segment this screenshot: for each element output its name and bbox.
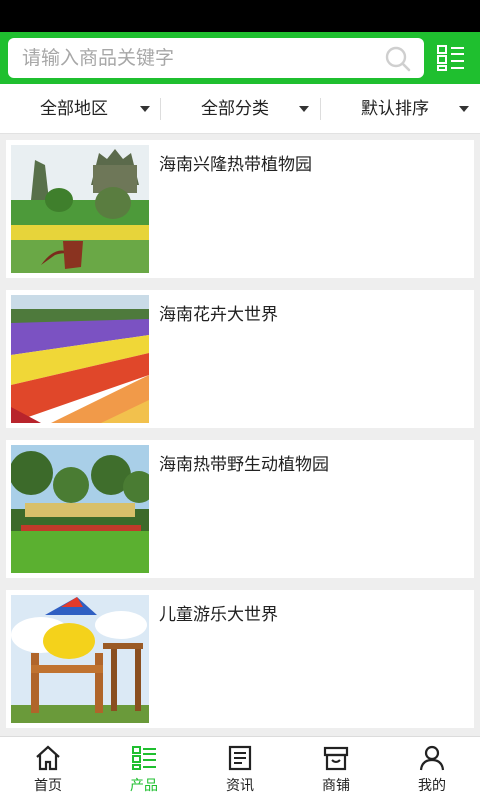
search-box[interactable]: [8, 38, 424, 78]
product-image: [11, 145, 149, 273]
chevron-down-icon: [140, 106, 150, 112]
product-title: 海南热带野生动植物园: [159, 455, 329, 475]
product-title: 儿童游乐大世界: [159, 605, 278, 625]
filter-sort[interactable]: 默认排序: [361, 84, 476, 134]
divider: [320, 98, 321, 120]
chevron-down-icon: [459, 106, 469, 112]
divider: [160, 98, 161, 120]
home-icon: [36, 745, 60, 771]
nav-mine[interactable]: 我的: [384, 737, 480, 800]
nav-products-label: 产品: [130, 778, 158, 794]
product-image: [11, 445, 149, 573]
filter-bar: 全部地区 全部分类 默认排序: [0, 84, 480, 134]
product-title: 海南兴隆热带植物园: [159, 155, 312, 175]
product-card[interactable]: 海南热带野生动植物园: [6, 440, 474, 578]
nav-products[interactable]: 产品: [96, 737, 192, 800]
nav-home[interactable]: 首页: [0, 737, 96, 800]
filter-region[interactable]: 全部地区: [40, 84, 160, 134]
user-icon: [419, 745, 445, 771]
top-bar: [0, 32, 480, 84]
news-icon: [228, 745, 252, 771]
chevron-down-icon: [299, 106, 309, 112]
nav-mine-label: 我的: [418, 778, 446, 794]
nav-news[interactable]: 资讯: [192, 737, 288, 800]
product-image: [11, 595, 149, 723]
filter-sort-label: 默认排序: [361, 99, 429, 119]
search-input[interactable]: [22, 44, 372, 72]
product-image: [11, 295, 149, 423]
status-bar: [0, 0, 480, 32]
nav-shop[interactable]: 商铺: [288, 737, 384, 800]
filter-region-label: 全部地区: [40, 99, 108, 119]
product-list-icon: [132, 746, 156, 770]
nav-shop-label: 商铺: [322, 778, 350, 794]
nav-news-label: 资讯: [226, 778, 254, 794]
category-menu-icon[interactable]: [436, 44, 466, 72]
shop-icon: [323, 746, 349, 771]
nav-home-label: 首页: [34, 778, 62, 794]
filter-category[interactable]: 全部分类: [201, 84, 321, 134]
filter-category-label: 全部分类: [201, 99, 269, 119]
product-title: 海南花卉大世界: [159, 305, 278, 325]
bottom-nav: 首页 产品 资讯 商铺 我的: [0, 736, 480, 800]
product-card[interactable]: 海南花卉大世界: [6, 290, 474, 428]
product-card[interactable]: 儿童游乐大世界: [6, 590, 474, 728]
product-card[interactable]: 海南兴隆热带植物园: [6, 140, 474, 278]
search-icon[interactable]: [384, 45, 412, 73]
